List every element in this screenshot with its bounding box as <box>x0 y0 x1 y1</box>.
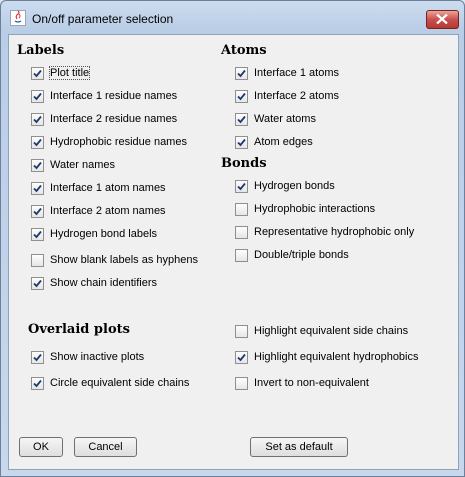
checkmark-icon <box>33 184 42 192</box>
checkmark-icon <box>237 182 246 190</box>
checkbox-box[interactable] <box>31 227 44 241</box>
checkbox-plot-title[interactable]: Plot title <box>31 65 91 81</box>
checkbox-water-names[interactable]: Water names <box>31 157 115 173</box>
checkbox-label: Show chain identifiers <box>50 277 158 289</box>
checkbox-interface2-residue-names[interactable]: Interface 2 residue names <box>31 111 177 127</box>
checkbox-double-triple-bonds[interactable]: Double/triple bonds <box>235 247 349 263</box>
checkbox-label: Water atoms <box>254 113 316 125</box>
checkbox-box[interactable] <box>31 253 44 267</box>
checkbox-label: Double/triple bonds <box>254 249 349 261</box>
checkbox-representative-hydrophobic-only[interactable]: Representative hydrophobic only <box>235 224 414 240</box>
checkbox-label: Plot title <box>48 66 91 80</box>
checkbox-box[interactable] <box>31 276 44 290</box>
checkbox-box[interactable] <box>31 89 44 103</box>
checkbox-label: Hydrophobic residue names <box>50 136 187 148</box>
checkbox-interface1-residue-names[interactable]: Interface 1 residue names <box>31 88 177 104</box>
checkbox-interface2-atom-names[interactable]: Interface 2 atom names <box>31 203 166 219</box>
checkbox-box[interactable] <box>235 66 248 80</box>
checkbox-label: Interface 2 atom names <box>50 205 166 217</box>
close-icon <box>436 14 448 24</box>
labels-heading: Labels <box>17 43 65 58</box>
checkbox-label: Show inactive plots <box>50 351 145 363</box>
checkbox-show-chain-identifiers[interactable]: Show chain identifiers <box>31 275 157 291</box>
checkmark-icon <box>237 115 246 123</box>
checkbox-label: Hydrogen bonds <box>254 180 335 192</box>
close-button[interactable] <box>426 10 459 29</box>
checkmark-icon <box>237 138 246 146</box>
checkmark-icon <box>33 230 42 238</box>
checkbox-label: Highlight equivalent side chains <box>254 325 409 337</box>
cancel-button[interactable]: Cancel <box>74 437 137 457</box>
checkbox-interface2-atoms[interactable]: Interface 2 atoms <box>235 88 339 104</box>
checkbox-hydrophobic-interactions[interactable]: Hydrophobic interactions <box>235 201 375 217</box>
checkbox-box[interactable] <box>31 204 44 218</box>
checkbox-water-atoms[interactable]: Water atoms <box>235 111 316 127</box>
checkbox-label: Interface 2 residue names <box>50 113 178 125</box>
checkmark-icon <box>33 115 42 123</box>
checkbox-box[interactable] <box>31 181 44 195</box>
checkbox-box[interactable] <box>235 350 248 364</box>
java-app-icon <box>10 10 26 26</box>
checkbox-atom-edges[interactable]: Atom edges <box>235 134 313 150</box>
checkbox-box[interactable] <box>235 112 248 126</box>
checkmark-icon <box>33 161 42 169</box>
checkbox-box[interactable] <box>31 135 44 149</box>
checkbox-highlight-equivalent-side-chains[interactable]: Highlight equivalent side chains <box>235 323 408 339</box>
checkbox-box[interactable] <box>235 89 248 103</box>
checkbox-box[interactable] <box>235 179 248 193</box>
checkmark-icon <box>237 69 246 77</box>
checkbox-highlight-equivalent-hydrophobics[interactable]: Highlight equivalent hydrophobics <box>235 349 419 365</box>
checkbox-hydrophobic-residue-names[interactable]: Hydrophobic residue names <box>31 134 187 150</box>
checkmark-icon <box>33 353 42 361</box>
checkmark-icon <box>33 207 42 215</box>
checkbox-hydrogen-bond-labels[interactable]: Hydrogen bond labels <box>31 226 157 242</box>
checkbox-box[interactable] <box>31 66 44 80</box>
checkbox-label: Interface 1 atom names <box>50 182 166 194</box>
checkbox-label: Atom edges <box>254 136 313 148</box>
checkbox-interface1-atoms[interactable]: Interface 1 atoms <box>235 65 339 81</box>
checkbox-invert-to-non-equivalent[interactable]: Invert to non-equivalent <box>235 375 369 391</box>
checkmark-icon <box>33 379 42 387</box>
bonds-heading: Bonds <box>221 156 267 171</box>
checkbox-box[interactable] <box>235 202 248 216</box>
checkbox-blank-labels-as-hyphens[interactable]: Show blank labels as hyphens <box>31 252 198 268</box>
dialog-window: On/off parameter selection Labels Atoms … <box>0 0 465 477</box>
checkbox-box[interactable] <box>31 158 44 172</box>
ok-button[interactable]: OK <box>19 437 63 457</box>
checkbox-box[interactable] <box>235 248 248 262</box>
checkbox-hydrogen-bonds[interactable]: Hydrogen bonds <box>235 178 335 194</box>
checkmark-icon <box>237 353 246 361</box>
checkbox-label: Hydrophobic interactions <box>254 203 376 215</box>
set-as-default-button[interactable]: Set as default <box>250 437 348 457</box>
checkbox-label: Highlight equivalent hydrophobics <box>254 351 419 363</box>
checkmark-icon <box>33 279 42 287</box>
checkbox-label: Interface 1 atoms <box>254 67 339 79</box>
atoms-heading: Atoms <box>221 43 267 58</box>
checkbox-label: Circle equivalent side chains <box>50 377 190 389</box>
checkmark-icon <box>237 92 246 100</box>
checkbox-box[interactable] <box>235 376 248 390</box>
checkbox-box[interactable] <box>235 225 248 239</box>
checkbox-label: Representative hydrophobic only <box>254 226 415 238</box>
overlaid-plots-heading: Overlaid plots <box>28 322 130 337</box>
checkbox-box[interactable] <box>235 324 248 338</box>
checkbox-circle-equivalent-side-chains[interactable]: Circle equivalent side chains <box>31 375 189 391</box>
checkbox-box[interactable] <box>31 376 44 390</box>
window-title: On/off parameter selection <box>32 12 174 26</box>
title-bar[interactable]: On/off parameter selection <box>1 1 464 33</box>
checkbox-box[interactable] <box>235 135 248 149</box>
checkbox-interface1-atom-names[interactable]: Interface 1 atom names <box>31 180 166 196</box>
checkmark-icon <box>33 138 42 146</box>
checkbox-label: Interface 1 residue names <box>50 90 178 102</box>
checkbox-show-inactive-plots[interactable]: Show inactive plots <box>31 349 144 365</box>
checkmark-icon <box>33 69 42 77</box>
checkbox-label: Invert to non-equivalent <box>254 377 369 389</box>
checkbox-box[interactable] <box>31 350 44 364</box>
checkbox-label: Water names <box>50 159 116 171</box>
checkbox-label: Hydrogen bond labels <box>50 228 158 240</box>
checkmark-icon <box>33 92 42 100</box>
checkbox-label: Interface 2 atoms <box>254 90 339 102</box>
checkbox-label: Show blank labels as hyphens <box>50 254 198 266</box>
checkbox-box[interactable] <box>31 112 44 126</box>
